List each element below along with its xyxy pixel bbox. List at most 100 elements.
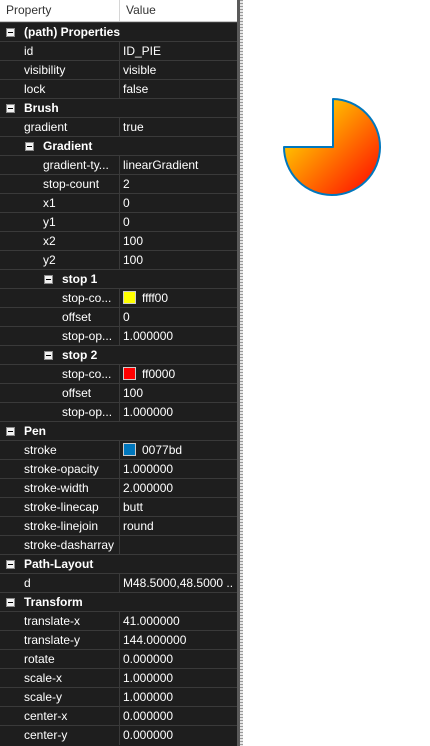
property-row[interactable]: id ID_PIE	[0, 41, 237, 61]
category-3[interactable]: Path-Layout	[0, 554, 237, 573]
property-row[interactable]: translate-x 41.000000	[0, 611, 237, 631]
property-value[interactable]: ffff00	[123, 289, 233, 308]
property-value-text: true	[123, 120, 144, 134]
category-2[interactable]: Pen	[0, 421, 237, 440]
property-value[interactable]: butt	[123, 498, 233, 517]
property-row[interactable]: center-y 0.000000	[0, 725, 237, 745]
property-row[interactable]: stop-op... 1.000000	[0, 402, 237, 422]
property-value[interactable]: 0	[123, 194, 233, 213]
property-row[interactable]: scale-x 1.000000	[0, 668, 237, 688]
property-row[interactable]: stroke-linecap butt	[0, 497, 237, 517]
property-row[interactable]: stroke-width 2.000000	[0, 478, 237, 498]
property-row[interactable]: stroke 0077bd	[0, 440, 237, 460]
category-1[interactable]: Brush	[0, 98, 237, 117]
collapse-toggle-icon[interactable]	[44, 351, 53, 360]
property-value[interactable]: false	[123, 80, 233, 99]
property-column-header[interactable]: Property	[0, 0, 120, 21]
property-row[interactable]: stop-co... ff0000	[0, 364, 237, 384]
property-value[interactable]: visible	[123, 61, 233, 80]
property-row[interactable]: translate-y 144.000000	[0, 630, 237, 650]
collapse-toggle-icon[interactable]	[6, 598, 15, 607]
color-swatch-icon[interactable]	[123, 443, 136, 456]
property-row[interactable]: center-x 0.000000	[0, 706, 237, 726]
editor-window: Property Value (path) Properties id ID_PIE…	[0, 0, 430, 746]
property-value[interactable]: 1.000000	[123, 460, 233, 479]
property-value[interactable]: 2.000000	[123, 479, 233, 498]
property-value[interactable]: ff0000	[123, 365, 233, 384]
property-value[interactable]: 1.000000	[123, 669, 233, 688]
property-value-text: 1.000000	[123, 690, 174, 704]
property-value-text: 41.000000	[123, 614, 180, 628]
property-row[interactable]: rotate 0.000000	[0, 649, 237, 669]
property-value[interactable]: 0	[123, 308, 233, 327]
collapse-toggle-icon[interactable]	[6, 104, 15, 113]
column-divider	[119, 42, 120, 61]
property-value[interactable]: M48.5000,48.5000 ...	[123, 574, 233, 593]
property-value-text: butt	[123, 500, 144, 514]
property-row[interactable]: stroke-opacity 1.000000	[0, 459, 237, 479]
property-value[interactable]: 0.000000	[123, 726, 233, 745]
subcategory-stop-1[interactable]: stop 1	[0, 269, 237, 288]
collapse-toggle-icon[interactable]	[6, 560, 15, 569]
property-value[interactable]: 0	[123, 213, 233, 232]
property-value-text: M48.5000,48.5000 ...	[123, 576, 233, 590]
drawing-canvas[interactable]	[243, 0, 430, 746]
property-row[interactable]: stroke-linejoin round	[0, 516, 237, 536]
property-name: center-x	[24, 709, 68, 723]
property-value[interactable]: 2	[123, 175, 233, 194]
property-row[interactable]: x1 0	[0, 193, 237, 213]
property-value[interactable]: 0.000000	[123, 707, 233, 726]
property-value-text: 0	[123, 310, 130, 324]
property-value[interactable]: 1.000000	[123, 403, 233, 422]
property-row[interactable]: gradient true	[0, 117, 237, 137]
property-row[interactable]: stop-co... ffff00	[0, 288, 237, 308]
category-4[interactable]: Transform	[0, 592, 237, 611]
property-value-text: 1.000000	[123, 462, 174, 476]
subcategory-stop-2[interactable]: stop 2	[0, 345, 237, 364]
subcategory-gradient[interactable]: Gradient	[0, 136, 237, 155]
property-value[interactable]: linearGradient	[123, 156, 233, 175]
property-row[interactable]: offset 100	[0, 383, 237, 403]
property-value[interactable]: 1.000000	[123, 327, 233, 346]
property-row[interactable]: y1 0	[0, 212, 237, 232]
property-value[interactable]: 1.000000	[123, 688, 233, 707]
color-swatch-icon[interactable]	[123, 367, 136, 380]
property-row[interactable]: d M48.5000,48.5000 ...	[0, 573, 237, 593]
collapse-toggle-icon[interactable]	[44, 275, 53, 284]
property-row[interactable]: gradient-ty... linearGradient	[0, 155, 237, 175]
column-divider	[119, 498, 120, 517]
property-value[interactable]: 100	[123, 232, 233, 251]
property-value[interactable]: 100	[123, 251, 233, 270]
property-row[interactable]: visibility visible	[0, 60, 237, 80]
property-value[interactable]: 0.000000	[123, 650, 233, 669]
property-row[interactable]: stop-op... 1.000000	[0, 326, 237, 346]
property-name: gradient-ty...	[43, 158, 109, 172]
property-value[interactable]: ID_PIE	[123, 42, 233, 61]
pie-shape[interactable]	[283, 98, 381, 196]
property-row[interactable]: stop-count 2	[0, 174, 237, 194]
property-value[interactable]: 100	[123, 384, 233, 403]
column-divider	[119, 327, 120, 346]
property-value[interactable]: 144.000000	[123, 631, 233, 650]
property-row[interactable]: y2 100	[0, 250, 237, 270]
property-value-text: 0.000000	[123, 652, 174, 666]
property-value[interactable]: 0077bd	[123, 441, 233, 460]
column-divider	[119, 80, 120, 99]
value-column-header[interactable]: Value	[120, 0, 237, 21]
property-value[interactable]: 41.000000	[123, 612, 233, 631]
color-swatch-icon[interactable]	[123, 291, 136, 304]
property-value-text: 144.000000	[123, 633, 187, 647]
category-0[interactable]: (path) Properties	[0, 22, 237, 41]
property-value[interactable]: true	[123, 118, 233, 137]
column-divider	[119, 612, 120, 631]
collapse-toggle-icon[interactable]	[25, 142, 34, 151]
collapse-toggle-icon[interactable]	[6, 28, 15, 37]
property-row[interactable]: offset 0	[0, 307, 237, 327]
category-label: stop 2	[62, 348, 98, 362]
property-row[interactable]: stroke-dasharray	[0, 535, 237, 555]
property-value[interactable]: round	[123, 517, 233, 536]
property-row[interactable]: lock false	[0, 79, 237, 99]
property-row[interactable]: x2 100	[0, 231, 237, 251]
collapse-toggle-icon[interactable]	[6, 427, 15, 436]
property-row[interactable]: scale-y 1.000000	[0, 687, 237, 707]
